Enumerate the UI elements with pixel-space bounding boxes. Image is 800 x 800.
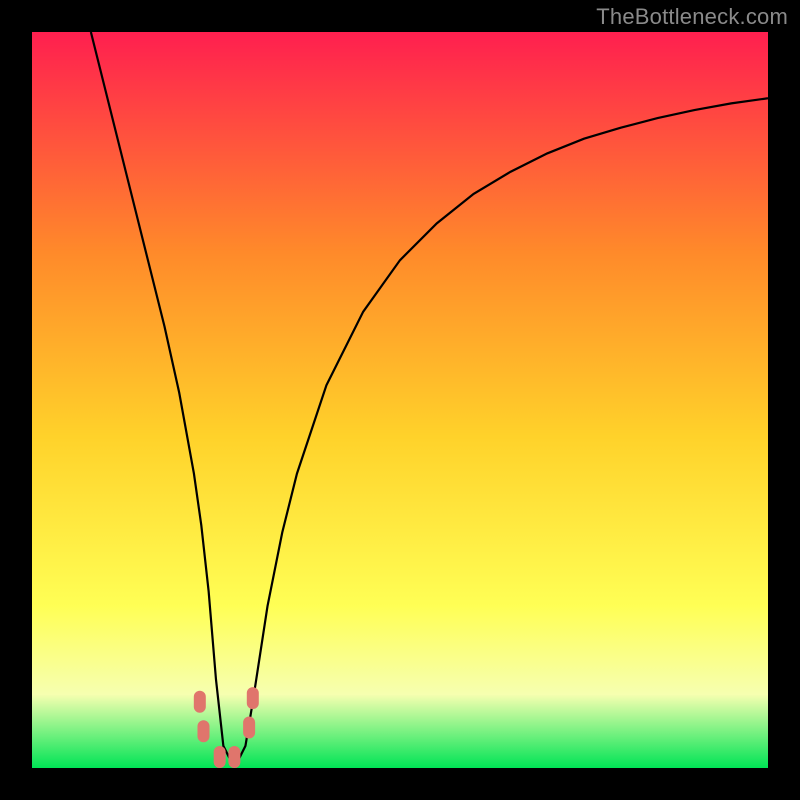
plot-area [32,32,768,768]
chart-frame: TheBottleneck.com [0,0,800,800]
curve-marker [194,691,206,713]
curve-marker [243,717,255,739]
curve-marker [197,720,209,742]
watermark-text: TheBottleneck.com [596,4,788,30]
curve-marker [228,746,240,768]
curve-marker [214,746,226,768]
bottleneck-curve [32,32,768,768]
curve-marker [247,687,259,709]
